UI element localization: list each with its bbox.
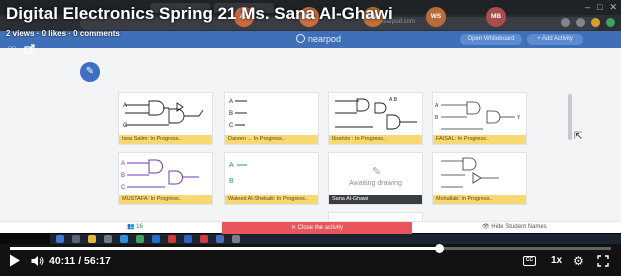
participant-avatar[interactable]: MB <box>486 7 506 27</box>
close-icon: ✕ <box>290 225 298 231</box>
nearpod-logo-text: nearpod <box>308 34 342 44</box>
taskbar-app-icon[interactable] <box>72 235 80 243</box>
windows-taskbar <box>50 234 621 244</box>
drawing-logic-circuit: A.B <box>335 97 417 130</box>
browser-extensions <box>561 18 615 27</box>
svg-text:Y: Y <box>517 115 521 121</box>
activity-bottom-bar: 👥 16 ✕ Close the activity 👁 Hide Student… <box>0 221 621 234</box>
taskbar-app-icon[interactable] <box>216 235 224 243</box>
svg-text:B: B <box>229 111 233 117</box>
student-card[interactable]: A B C MUSTAFA: In Progress.. <box>118 152 213 205</box>
svg-text:A: A <box>229 162 234 169</box>
taskbar-app-icon[interactable] <box>120 235 128 243</box>
students-count: 👥 16 <box>127 223 143 230</box>
taskbar-app-icon[interactable] <box>168 235 176 243</box>
svg-text:B: B <box>435 115 439 121</box>
svg-text:C: C <box>121 185 126 191</box>
drawing-logic-circuit: A B Y <box>435 101 521 130</box>
playback-speed-button[interactable]: 1x <box>551 255 562 266</box>
taskbar-app-icon[interactable] <box>184 235 192 243</box>
taskbar-app-icon[interactable] <box>136 235 144 243</box>
svg-text:A: A <box>121 161 125 167</box>
svg-text:A: A <box>123 103 127 109</box>
student-card[interactable]: Mohallab: In Progress.. <box>432 152 527 205</box>
student-card[interactable]: A B Y FAISAL: In Progress.. <box>432 92 527 145</box>
drawing-sketch: A B <box>229 162 247 185</box>
taskbar-app-icon[interactable] <box>104 235 112 243</box>
share-icon[interactable] <box>24 44 35 54</box>
student-card-label: Waleed Al-Shekaili: In Progress.. <box>225 195 318 204</box>
taskbar-app-icon[interactable] <box>88 235 96 243</box>
eye-off-icon: 👁 <box>482 224 492 230</box>
svg-text:A: A <box>435 103 439 109</box>
student-card[interactable]: A C Issa Salim: In Progress.. <box>118 92 213 145</box>
extension-icon[interactable] <box>561 18 570 27</box>
pencil-icon: ✎ <box>372 166 382 178</box>
play-icon[interactable] <box>9 254 21 267</box>
window-controls: – □ ✕ <box>585 2 617 13</box>
student-card-label: MUSTAFA: In Progress.. <box>119 195 212 204</box>
close-activity-button[interactable]: ✕ Close the activity <box>222 222 412 234</box>
student-card-awaiting[interactable]: ✎ Awaiting drawing Sana Al-Ghawi <box>328 152 423 205</box>
maximize-icon[interactable]: □ <box>597 2 602 13</box>
hide-names-label: Hide Student Names <box>491 224 547 230</box>
student-card[interactable]: A B Waleed Al-Shekaili: In Progress.. <box>224 152 319 205</box>
drawing-logic-circuit-colored: A B C <box>121 159 199 191</box>
pencil-icon[interactable]: ✎ <box>80 62 100 82</box>
minimize-icon[interactable]: – <box>585 2 590 13</box>
student-card-label: Ibrahim : In Progress.. <box>329 135 422 144</box>
close-activity-label: Close the activity <box>297 225 344 231</box>
student-card[interactable]: A.B Ibrahim : In Progress.. <box>328 92 423 145</box>
svg-text:A: A <box>229 99 233 105</box>
hide-student-names-toggle[interactable]: 👁 Hide Student Names <box>482 223 547 230</box>
add-activity-button[interactable]: + Add Activity <box>527 34 583 45</box>
scrollbar[interactable] <box>568 94 572 140</box>
time-display: 40:11 / 56:17 <box>49 255 111 267</box>
video-stats: 2 views · 0 likes · 0 comments <box>6 29 120 38</box>
nearpod-logo-icon <box>296 34 305 43</box>
taskbar-app-icon[interactable] <box>200 235 208 243</box>
svg-text:B: B <box>121 173 125 179</box>
extension-icon[interactable] <box>576 18 585 27</box>
taskbar-app-icon[interactable] <box>232 235 240 243</box>
taskbar-app-icon[interactable] <box>152 235 160 243</box>
student-card-label: Issa Salim: In Progress.. <box>119 135 212 144</box>
windows-start-icon[interactable] <box>56 235 64 243</box>
student-card-label: Sana Al-Ghawi <box>329 195 422 204</box>
student-card-label: Mohallab: In Progress.. <box>433 195 526 204</box>
svg-text:C: C <box>229 123 234 129</box>
student-card-label: FAISAL: In Progress.. <box>433 135 526 144</box>
students-count-value: 16 <box>136 224 143 230</box>
video-player[interactable]: – □ ✕ nearpod.com nearpod Open Whiteboar… <box>0 0 621 276</box>
student-card[interactable]: A B C Dareen ... In Progress.. <box>224 92 319 145</box>
awaiting-drawing-text: Awaiting drawing <box>349 180 402 187</box>
students-icon: 👥 <box>127 224 135 230</box>
volume-icon[interactable] <box>31 255 44 267</box>
drawing-logic-circuit <box>441 157 499 188</box>
close-icon[interactable]: ✕ <box>609 2 617 13</box>
student-card-label: Dareen ... In Progress.. <box>225 135 318 144</box>
progress-scrubber[interactable] <box>435 244 444 253</box>
fullscreen-icon[interactable] <box>597 255 609 267</box>
progress-fill <box>10 247 439 250</box>
gear-icon[interactable]: ⚙ <box>573 254 584 268</box>
drawing-sketch: A B C <box>229 99 247 129</box>
extension-icon[interactable] <box>606 18 615 27</box>
participant-avatar[interactable]: WS <box>426 7 446 27</box>
svg-text:A.B: A.B <box>389 97 398 103</box>
extension-icon[interactable] <box>591 18 600 27</box>
nearpod-logo: nearpod <box>296 34 341 44</box>
open-whiteboard-button[interactable]: Open Whiteboard <box>460 34 522 45</box>
svg-text:B: B <box>229 178 234 185</box>
svg-text:C: C <box>123 123 128 129</box>
mouse-cursor-icon: ⇱ <box>574 131 583 142</box>
video-title: Digital Electronics Spring 21 Ms. Sana A… <box>6 4 393 23</box>
drawing-logic-circuit: A C <box>123 100 204 129</box>
heart-icon[interactable]: ♡ <box>7 44 17 57</box>
captions-button[interactable]: CC <box>523 256 536 266</box>
